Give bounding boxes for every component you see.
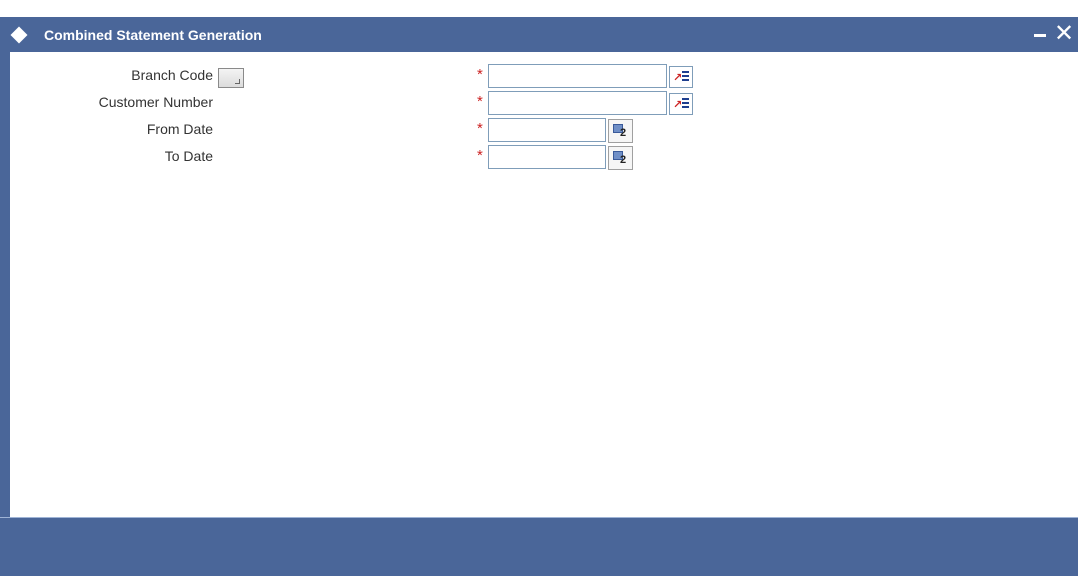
form-area: Branch Code * ↗ Customer Number * ↗ From… [10, 52, 1078, 517]
branch-code-lov-button[interactable]: ↗ [669, 66, 693, 88]
customer-number-lov-button[interactable]: ↗ [669, 93, 693, 115]
diamond-icon [10, 26, 28, 44]
branch-code-input[interactable] [488, 64, 667, 88]
title-bar: Combined Statement Generation ✕ [0, 17, 1078, 52]
calendar-digit: 2 [620, 127, 627, 139]
to-date-calendar-button[interactable]: 2 [608, 146, 633, 170]
list-of-values-icon [682, 71, 689, 83]
customer-number-input[interactable] [488, 91, 667, 115]
calendar-digit: 2 [620, 154, 627, 166]
footer-bar [0, 517, 1078, 576]
window-title: Combined Statement Generation [44, 27, 262, 43]
required-marker: * [477, 66, 483, 83]
customer-number-row: Customer Number * ↗ [10, 91, 810, 115]
branch-code-label: Branch Code [131, 67, 213, 83]
arrow-icon: ↗ [673, 99, 683, 111]
to-date-row: To Date * 2 [10, 145, 810, 170]
to-date-label: To Date [164, 148, 213, 164]
from-date-calendar-button[interactable]: 2 [608, 119, 633, 143]
branch-code-row: Branch Code * ↗ [10, 64, 810, 88]
to-date-input[interactable] [488, 145, 606, 169]
arrow-icon: ↗ [673, 72, 683, 84]
left-window-border [0, 52, 10, 517]
list-of-values-icon [682, 98, 689, 110]
required-marker: * [477, 147, 483, 164]
minimize-icon[interactable] [1034, 34, 1046, 37]
from-date-row: From Date * 2 [10, 118, 810, 143]
required-marker: * [477, 93, 483, 110]
from-date-input[interactable] [488, 118, 606, 142]
required-marker: * [477, 120, 483, 137]
from-date-label: From Date [146, 121, 213, 137]
customer-number-label: Customer Number [98, 94, 213, 110]
combined-statement-window: Combined Statement Generation ✕ Branch C… [0, 0, 1078, 576]
close-icon[interactable]: ✕ [1053, 19, 1075, 47]
footer-divider [0, 517, 1078, 518]
